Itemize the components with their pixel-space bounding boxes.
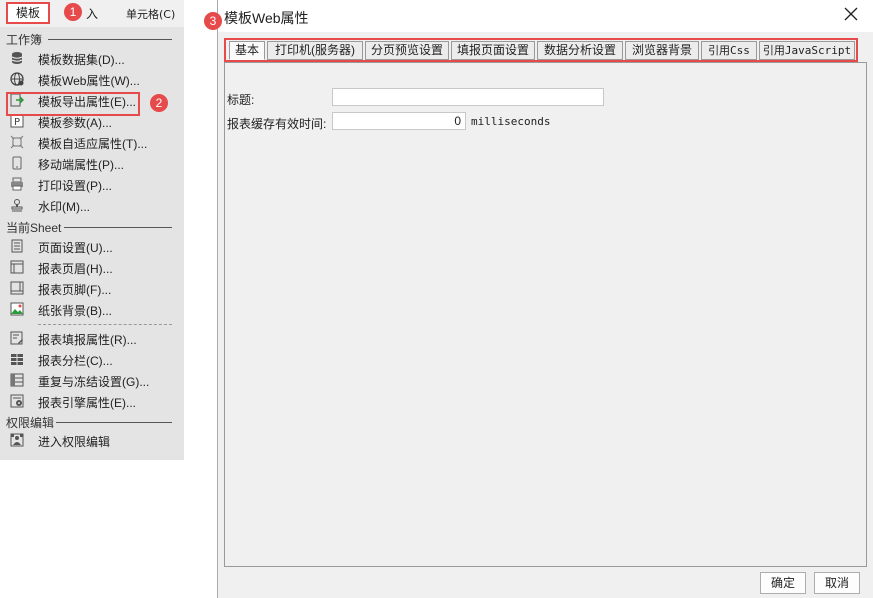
header-icon bbox=[10, 260, 24, 274]
web-properties-dialog: 模板Web属性 基本 打印机(服务器) 分页预览设置 填报页面设置 数据分析设置… bbox=[204, 0, 873, 598]
menu-item-freeze-settings[interactable]: 重复与冻结设置(G)... bbox=[8, 371, 174, 391]
template-menu-panel: 模板 入 单元格(C) 1 工作簿 模板数据集(D)... 模板Web属性(W)… bbox=[0, 0, 184, 460]
tab-basic[interactable]: 基本 bbox=[229, 41, 265, 60]
image-icon bbox=[10, 302, 24, 316]
menu-item-adaptive[interactable]: 模板自适应属性(T)... bbox=[8, 133, 174, 153]
menu-item-label: 报表页眉(H)... bbox=[38, 262, 113, 276]
cache-time-unit: milliseconds bbox=[471, 115, 551, 128]
menu-item-mobile[interactable]: 移动端属性(P)... bbox=[8, 154, 174, 174]
mobile-icon bbox=[12, 156, 22, 170]
menu-item-enter-permission-edit[interactable]: 进入权限编辑 bbox=[8, 431, 174, 451]
menu-item-paper-background[interactable]: 纸张背景(B)... bbox=[8, 300, 174, 320]
step-badge-2: 2 bbox=[150, 94, 168, 112]
tab-printer-server[interactable]: 打印机(服务器) bbox=[267, 41, 363, 60]
columns-icon bbox=[11, 354, 23, 365]
tab-content-basic: 标题: 报表缓存有效时间: 0 milliseconds bbox=[224, 62, 867, 567]
tab-reference-css[interactable]: 引用Css bbox=[701, 41, 757, 60]
footer-icon bbox=[10, 281, 24, 295]
dialog-title: 模板Web属性 bbox=[224, 10, 309, 26]
permission-icon bbox=[10, 433, 24, 447]
menu-item-label: 重复与冻结设置(G)... bbox=[38, 375, 150, 389]
menu-item-watermark[interactable]: 水印(M)... bbox=[8, 196, 174, 216]
menu-item-label: 进入权限编辑 bbox=[38, 435, 111, 449]
menu-item-label: 水印(M)... bbox=[38, 200, 90, 214]
svg-text:P: P bbox=[14, 117, 20, 128]
menu-item-label: 报表分栏(C)... bbox=[38, 354, 113, 368]
section-workbook: 工作簿 bbox=[6, 33, 43, 47]
tab-strip: 基本 打印机(服务器) 分页预览设置 填报页面设置 数据分析设置 浏览器背景 引… bbox=[224, 38, 858, 62]
menu-item-report-header[interactable]: 报表页眉(H)... bbox=[8, 258, 174, 278]
menu-item-label: 模板自适应属性(T)... bbox=[38, 137, 148, 151]
printer-icon bbox=[11, 177, 23, 191]
menu-separator bbox=[38, 324, 172, 325]
highlight-box-web-properties bbox=[6, 92, 140, 116]
menu-item-columns[interactable]: 报表分栏(C)... bbox=[8, 350, 174, 370]
tab-page-preview[interactable]: 分页预览设置 bbox=[365, 41, 449, 60]
cancel-button[interactable]: 取消 bbox=[814, 572, 860, 594]
menu-item-label: 纸张背景(B)... bbox=[38, 304, 112, 318]
menu-item-web-properties[interactable]: 模板Web属性(W)... bbox=[8, 70, 174, 90]
tab-reference-javascript[interactable]: 引用JavaScript bbox=[759, 41, 855, 60]
menu-item-label: 模板Web属性(W)... bbox=[38, 74, 140, 88]
globe-icon bbox=[10, 72, 24, 86]
menu-item-label: 移动端属性(P)... bbox=[38, 158, 124, 172]
adaptive-icon bbox=[10, 135, 24, 149]
menu-item-print-settings[interactable]: 打印设置(P)... bbox=[8, 175, 174, 195]
section-permission: 权限编辑 bbox=[6, 416, 55, 430]
menu-item-fill-properties[interactable]: 报表填报属性(R)... bbox=[8, 329, 174, 349]
menu-item-page-setup[interactable]: 页面设置(U)... bbox=[8, 237, 174, 257]
parameter-icon: P bbox=[10, 114, 24, 128]
section-divider bbox=[64, 227, 172, 228]
menu-item-report-footer[interactable]: 报表页脚(F)... bbox=[8, 279, 174, 299]
ok-button[interactable]: 确定 bbox=[760, 572, 806, 594]
menu-item-label: 模板参数(A)... bbox=[38, 116, 112, 130]
form-icon bbox=[10, 331, 23, 345]
engine-icon bbox=[10, 394, 24, 408]
menu-insert[interactable]: 入 bbox=[86, 5, 98, 22]
menu-item-label: 打印设置(P)... bbox=[38, 179, 112, 193]
section-divider bbox=[56, 422, 172, 423]
menu-item-label: 页面设置(U)... bbox=[38, 241, 113, 255]
menu-item-datasets[interactable]: 模板数据集(D)... bbox=[8, 49, 174, 69]
page-setup-icon bbox=[11, 239, 23, 253]
cache-time-label: 报表缓存有效时间: bbox=[227, 117, 327, 131]
menu-bar: 模板 入 单元格(C) 1 bbox=[0, 0, 184, 26]
menu-item-label: 报表填报属性(R)... bbox=[38, 333, 137, 347]
stamp-icon bbox=[11, 199, 23, 212]
menu-item-label: 报表引擎属性(E)... bbox=[38, 396, 136, 410]
menu-template[interactable]: 模板 bbox=[6, 2, 50, 24]
close-icon[interactable] bbox=[843, 6, 859, 22]
tab-browser-background[interactable]: 浏览器背景 bbox=[625, 41, 699, 60]
title-label: 标题: bbox=[227, 93, 255, 107]
menu-item-label: 报表页脚(F)... bbox=[38, 283, 112, 297]
step-badge-1: 1 bbox=[64, 3, 82, 21]
section-current-sheet: 当前Sheet bbox=[6, 221, 62, 235]
template-dropdown-menu: 工作簿 模板数据集(D)... 模板Web属性(W)... 模板导出属性(E).… bbox=[0, 27, 184, 460]
menu-item-engine-properties[interactable]: 报表引擎属性(E)... bbox=[8, 392, 174, 412]
section-divider bbox=[48, 39, 172, 40]
database-icon bbox=[11, 52, 23, 64]
tab-data-analysis[interactable]: 数据分析设置 bbox=[537, 41, 623, 60]
cache-time-input[interactable]: 0 bbox=[332, 112, 466, 130]
step-badge-3: 3 bbox=[204, 12, 222, 30]
freeze-icon bbox=[10, 373, 24, 387]
tab-fill-page[interactable]: 填报页面设置 bbox=[451, 41, 535, 60]
menu-cell[interactable]: 单元格(C) bbox=[126, 6, 175, 22]
menu-item-label: 模板数据集(D)... bbox=[38, 53, 125, 67]
title-input[interactable] bbox=[332, 88, 604, 106]
dialog-titlebar: 模板Web属性 bbox=[218, 0, 873, 32]
